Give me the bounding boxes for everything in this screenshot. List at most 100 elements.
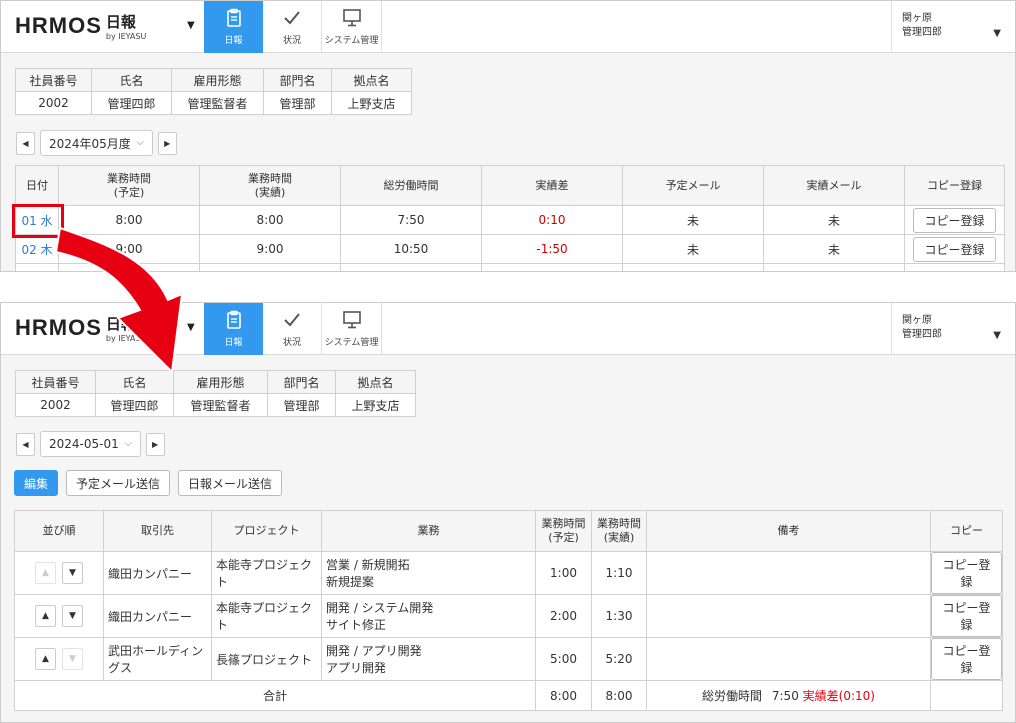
actual-mail-status: 未 xyxy=(763,234,905,264)
col-header: 取引先 xyxy=(103,510,212,552)
project-cell: 本能寺プロジェクト xyxy=(211,594,322,638)
app-header: HRMOS 日報 by IEYASU ▼ 日報 状況 システム管理 関ヶ原 管理… xyxy=(1,303,1015,355)
emp-header: 拠点名 xyxy=(331,68,412,92)
logo-byline: by IEYASU xyxy=(105,32,147,41)
daily-summary-table: 日付 業務時間 (予定) 業務時間 (実績) 総労働時間 実績差 予定メール 実… xyxy=(15,165,1005,271)
caret-right-icon: ▶ xyxy=(164,138,171,148)
remarks-cell xyxy=(646,594,931,638)
highlight-box xyxy=(12,204,64,238)
task-category: 開発 / システム開発 xyxy=(326,601,434,615)
chevron-down-icon: ⌵ xyxy=(136,138,144,148)
logo-wordmark: HRMOS xyxy=(15,13,102,38)
task-cell: 営業 / 新規開拓 新規提案 xyxy=(321,551,536,595)
nav-daily-report[interactable]: 日報 xyxy=(204,1,263,53)
app-name: 日報 xyxy=(105,315,136,333)
app-switch-caret-icon[interactable]: ▼ xyxy=(187,322,195,333)
plan-hours: 5:00 xyxy=(535,637,592,681)
emp-value: 管理四郎 xyxy=(95,393,174,417)
move-up-button[interactable]: ▲ xyxy=(35,605,56,627)
copy-register-button[interactable]: コピー登録 xyxy=(931,638,1002,680)
task-detail: アプリ開発 xyxy=(326,661,387,675)
col-header: 予定メール xyxy=(622,165,764,206)
top-screen: HRMOS 日報 by IEYASU ▼ 日報 状況 システム管理 関ヶ原 管理… xyxy=(0,0,1016,272)
task-table: 並び順 取引先 プロジェクト 業務 業務時間 (予定) 業務時間 (実績) 備考… xyxy=(14,510,1003,711)
move-down-button[interactable]: ▼ xyxy=(62,562,83,584)
actual-hours: 8:00 xyxy=(199,205,341,235)
logo-byline: by IEYASU xyxy=(105,334,147,343)
total-work-label: 総労働時間 xyxy=(702,689,763,703)
app-name: 日報 xyxy=(105,13,136,31)
copy-register-button[interactable]: コピー登録 xyxy=(931,595,1002,637)
emp-header: 部門名 xyxy=(267,370,336,394)
col-header: 並び順 xyxy=(14,510,104,552)
task-category: 開発 / アプリ開発 xyxy=(326,644,422,658)
chevron-down-icon[interactable]: ▼ xyxy=(993,329,1001,343)
user-menu[interactable]: 関ヶ原 管理四郎 ▼ xyxy=(891,1,1015,53)
prev-day-button[interactable]: ◀ xyxy=(16,432,35,456)
caret-right-icon: ▶ xyxy=(152,439,159,449)
date-select-value: 2024-05-01 xyxy=(49,437,119,451)
employee-table: 社員番号 氏名 雇用形態 部門名 拠点名 2002 管理四郎 管理監督者 管理部… xyxy=(15,370,416,417)
total-plan-hours: 8:00 xyxy=(535,680,592,711)
nav-status[interactable]: 状況 xyxy=(263,1,322,53)
col-header: 業務時間 (予定) xyxy=(535,510,592,552)
send-daily-mail-button[interactable]: 日報メール送信 xyxy=(178,470,283,496)
task-detail: サイト修正 xyxy=(326,618,387,632)
move-up-button[interactable]: ▲ xyxy=(35,648,56,670)
send-plan-mail-button[interactable]: 予定メール送信 xyxy=(66,470,171,496)
emp-header: 氏名 xyxy=(91,68,172,92)
check-icon xyxy=(284,11,300,25)
copy-register-button[interactable]: コピー登録 xyxy=(931,552,1002,594)
total-label: 合計 xyxy=(14,680,536,711)
chevron-down-icon: ⌵ xyxy=(124,439,132,449)
nav-status[interactable]: 状況 xyxy=(263,303,322,355)
monitor-icon xyxy=(342,311,361,329)
chevron-down-icon[interactable]: ▼ xyxy=(993,27,1001,41)
remarks-cell xyxy=(646,637,931,681)
total-copy-cell xyxy=(930,680,1003,711)
table-row: 01 水 8:00 8:00 7:50 0:10 未 未 コピー登録 xyxy=(15,205,1005,235)
col-header: 日付 xyxy=(15,165,59,206)
nav-daily-report[interactable]: 日報 xyxy=(204,303,263,355)
logo[interactable]: HRMOS 日報 by IEYASU xyxy=(15,316,146,344)
copy-register-button[interactable]: コピー登録 xyxy=(913,207,996,233)
emp-value: 管理部 xyxy=(263,91,332,115)
edit-button[interactable]: 編集 xyxy=(14,470,59,496)
next-month-button[interactable]: ▶ xyxy=(157,131,177,155)
prev-month-button[interactable]: ◀ xyxy=(16,131,35,155)
next-day-button[interactable]: ▶ xyxy=(145,432,165,456)
col-header: 業務時間 (実績) xyxy=(591,510,647,552)
action-bar: 編集 予定メール送信 日報メール送信 xyxy=(14,470,290,496)
date-select[interactable]: 2024-05-01 ⌵ xyxy=(40,431,141,457)
user-menu[interactable]: 関ヶ原 管理四郎 ▼ xyxy=(891,303,1015,355)
app-header: HRMOS 日報 by IEYASU ▼ 日報 状況 システム管理 関ヶ原 管理… xyxy=(1,1,1015,53)
task-cell: 開発 / アプリ開発 アプリ開発 xyxy=(321,637,536,681)
emp-header: 部門名 xyxy=(263,68,332,92)
plan-hours: 8:00 xyxy=(58,205,200,235)
plan-mail-status: 未 xyxy=(622,234,764,264)
move-down-button: ▼ xyxy=(62,648,83,670)
emp-header: 社員番号 xyxy=(15,370,96,394)
date-link[interactable]: 02 木 xyxy=(21,243,52,257)
move-up-button: ▲ xyxy=(35,562,56,584)
emp-value: 管理四郎 xyxy=(91,91,172,115)
col-header: 業務 xyxy=(321,510,536,552)
logo[interactable]: HRMOS 日報 by IEYASU xyxy=(15,14,146,42)
nav-label: 日報 xyxy=(224,36,243,46)
nav-system-admin[interactable]: システム管理 xyxy=(322,303,382,355)
caret-left-icon: ◀ xyxy=(22,138,29,148)
total-work-value: 7:50 xyxy=(771,689,799,703)
copy-register-button[interactable]: コピー登録 xyxy=(913,236,996,262)
hours-diff: -1:50 xyxy=(481,234,623,264)
task-detail: 新規提案 xyxy=(326,575,375,589)
client-cell: 織田カンパニー xyxy=(103,551,212,595)
month-select-value: 2024年05月度 xyxy=(49,136,131,151)
nav-system-admin[interactable]: システム管理 xyxy=(322,1,382,53)
move-down-button[interactable]: ▼ xyxy=(62,605,83,627)
month-navigator: ◀ 2024年05月度 ⌵ ▶ xyxy=(16,130,177,156)
col-header: 業務時間 (予定) xyxy=(58,165,200,206)
table-row: ▲ ▼ 織田カンパニー 本能寺プロジェクト 営業 / 新規開拓 新規提案 1:00 … xyxy=(14,551,1003,595)
month-select[interactable]: 2024年05月度 ⌵ xyxy=(40,130,153,156)
nav-label: システム管理 xyxy=(324,36,379,46)
app-switch-caret-icon[interactable]: ▼ xyxy=(187,20,195,31)
